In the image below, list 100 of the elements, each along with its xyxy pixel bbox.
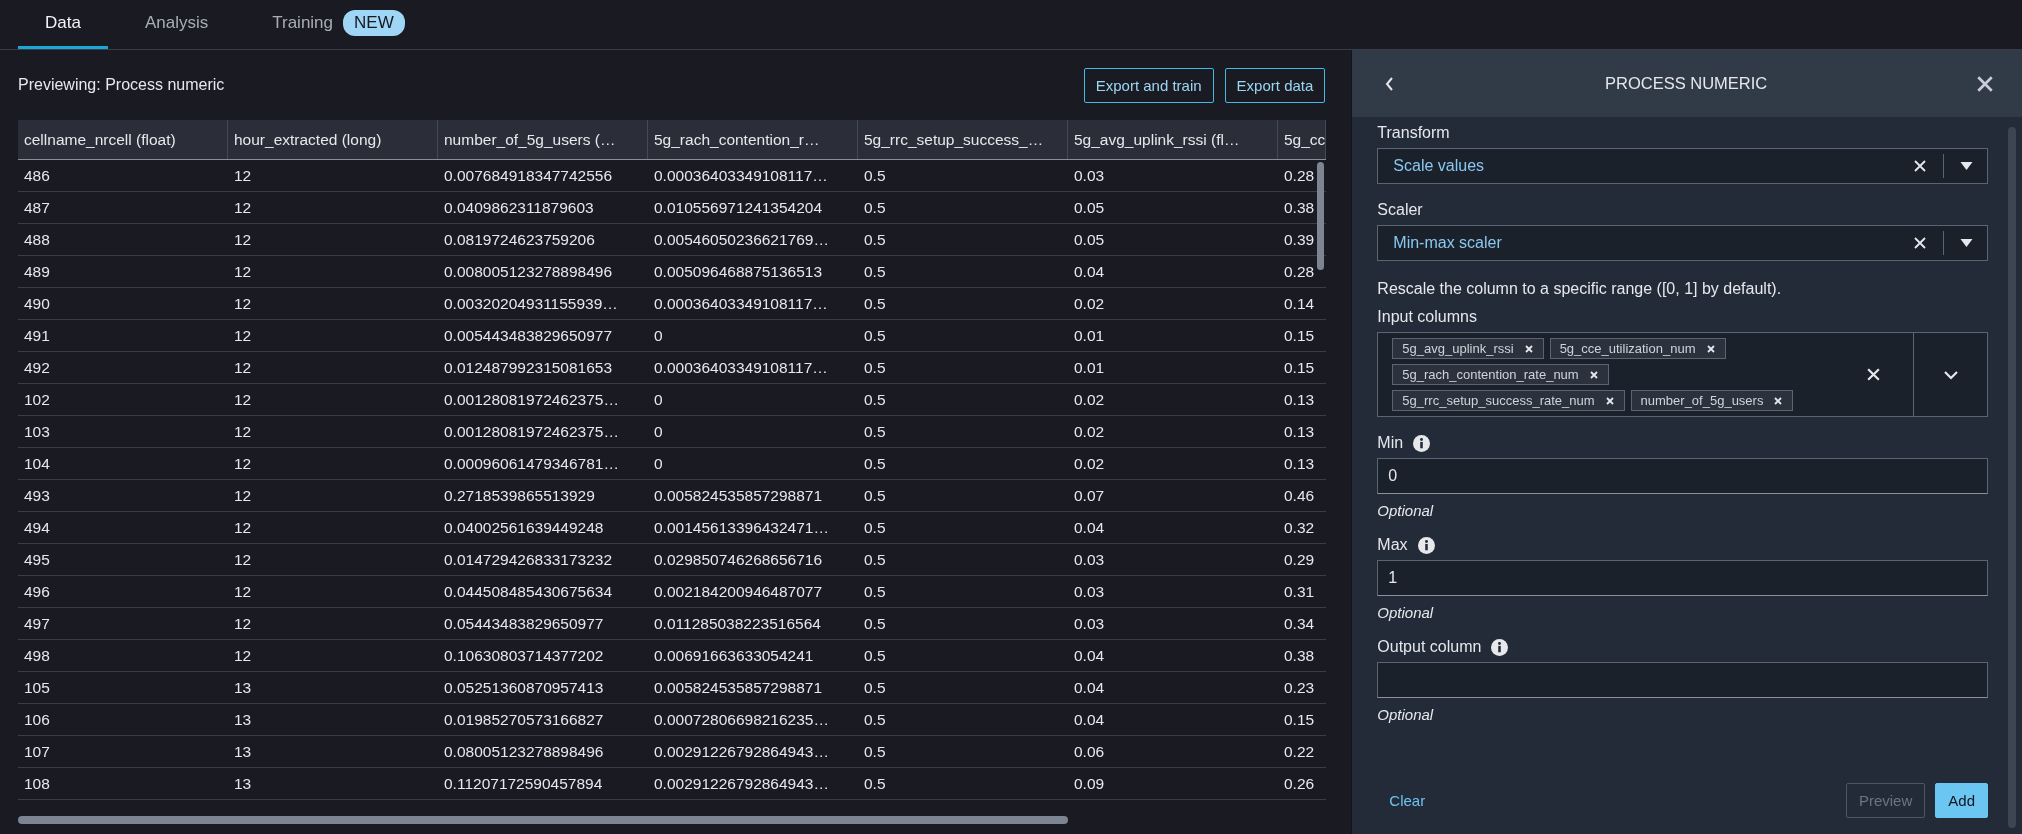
- table-cell-text: 0.005443483829650977: [443, 326, 614, 346]
- table-cell-text: 0: [653, 454, 664, 474]
- table-cell-text: 0: [653, 326, 664, 346]
- table-cell-text: 0.5: [863, 198, 887, 218]
- table-cell-text: 12: [233, 166, 253, 186]
- export-button[interactable]: Export data: [1224, 67, 1326, 103]
- table-cell-text: 497: [23, 614, 51, 634]
- vertical-scrollbar[interactable]: [1317, 162, 1324, 270]
- panel-scrollbar[interactable]: [2008, 127, 2016, 828]
- table-cell-text: 107: [23, 742, 51, 762]
- table-cell-text: 0.00691663633054241: [653, 646, 815, 666]
- column-header[interactable]: cellname_nrcell (float): [18, 120, 228, 159]
- table-cell-text: 0: [653, 422, 664, 442]
- clear-icon[interactable]: [1913, 236, 1927, 250]
- table-cell-text: 12: [233, 422, 253, 442]
- caret-icon[interactable]: [1960, 161, 1973, 171]
- tab[interactable]: Data: [18, 0, 108, 49]
- table-cell-text: 0.00072806698216235…: [653, 710, 830, 730]
- info-icon[interactable]: [1413, 434, 1431, 452]
- info-icon[interactable]: [1417, 536, 1435, 554]
- table-cell-text: 0.22: [1283, 742, 1316, 762]
- table-cell-text: 0.010556971241354204: [653, 198, 824, 218]
- input-field[interactable]: 0: [1377, 458, 1988, 494]
- hint-text: Optional: [1377, 502, 1435, 519]
- clear-icon[interactable]: [1913, 159, 1927, 173]
- table-cell-text: 0.02: [1073, 390, 1106, 410]
- add-button[interactable]: Add: [1935, 783, 1988, 818]
- column-header[interactable]: number_of_5g_users (…: [438, 120, 648, 159]
- table-cell-text: 0.28: [1283, 166, 1316, 186]
- multiselect-field[interactable]: 5g_avg_uplink_rssi 5g_cce_utilization_num 5g_rach_contention_rate_num 5g_rrc_setup_success_rate_num number_of_5g_users: [1377, 332, 1988, 417]
- table-cell-text: 0.00036403349108117…: [653, 166, 829, 186]
- horizontal-scrollbar[interactable]: [18, 816, 1068, 824]
- table-cell-text: 0.15: [1283, 326, 1316, 346]
- remove-icon[interactable]: [1588, 369, 1599, 380]
- table-cell-text: 0.01: [1073, 358, 1106, 378]
- select-field[interactable]: Scale values: [1377, 148, 1988, 184]
- select-field[interactable]: Min-max scaler: [1377, 225, 1988, 261]
- remove-icon[interactable]: [1604, 395, 1615, 406]
- table-cell-text: 0.5: [863, 774, 887, 794]
- table-cell-text: 0.15: [1283, 710, 1316, 730]
- table-cell-text: 0.0819724623759206: [443, 230, 596, 250]
- hint-text: Optional: [1377, 706, 1435, 723]
- table-cell-text: 0.5: [863, 262, 887, 282]
- hint-text: Optional: [1377, 604, 1435, 621]
- close-icon[interactable]: [1976, 74, 1994, 93]
- remove-icon[interactable]: [1773, 395, 1784, 406]
- table-cell-text: 0.5: [863, 358, 887, 378]
- column-token[interactable]: 5g_rrc_setup_success_rate_num: [1392, 390, 1625, 411]
- input-field[interactable]: [1377, 662, 1988, 698]
- export-button[interactable]: Export and train: [1083, 67, 1214, 103]
- table-cell-text: 12: [233, 262, 253, 282]
- table-cell-text: 0.5: [863, 326, 887, 346]
- table-cell-text: 0.04: [1073, 678, 1106, 698]
- table-cell-text: 0.5: [863, 166, 887, 186]
- column-token[interactable]: 5g_rach_contention_rate_num: [1392, 364, 1609, 385]
- remove-icon[interactable]: [1523, 343, 1534, 354]
- table-cell-text: 0.46: [1283, 486, 1316, 506]
- table-cell-text: 0.02: [1073, 294, 1106, 314]
- column-header[interactable]: 5g_avg_uplink_rssi (fl…: [1068, 120, 1278, 159]
- column-token[interactable]: 5g_cce_utilization_num: [1549, 338, 1726, 359]
- table-cell-text: 490: [23, 294, 51, 314]
- table-cell-text: 102: [23, 390, 51, 410]
- tab[interactable]: Training NEW: [245, 0, 432, 49]
- table-cell-text: 492: [23, 358, 51, 378]
- table-cell-text: 0.00291226792864943…: [653, 774, 830, 794]
- table-cell-text: 0.002184200946487077: [653, 582, 824, 602]
- table-cell-text: 0.04: [1073, 262, 1106, 282]
- table-cell-text: 0.5: [863, 646, 887, 666]
- table-cell-text: 0.38: [1283, 198, 1316, 218]
- table-cell-text: 0.06: [1073, 742, 1106, 762]
- table-cell-text: 0.5: [863, 710, 887, 730]
- column-header[interactable]: 5g_rach_contention_r…: [648, 120, 858, 159]
- column-header[interactable]: 5g_cc: [1278, 120, 1326, 159]
- table-cell-text: 0.15: [1283, 358, 1316, 378]
- table-cell-text: 0.5: [863, 518, 887, 538]
- table-cell-text: 0.31: [1283, 582, 1316, 602]
- table-cell-text: 0.044508485430675634: [443, 582, 614, 602]
- table-cell-text: 104: [23, 454, 51, 474]
- chevron-icon[interactable]: [1942, 369, 1959, 380]
- table-cell-text: 0.0409862311879603: [443, 198, 595, 218]
- table-cell-text: 0.029850746268656716: [653, 550, 824, 570]
- clear-icon[interactable]: [1866, 367, 1881, 382]
- column-header[interactable]: 5g_rrc_setup_success_…: [858, 120, 1068, 159]
- table-cell-text: 0.5: [863, 422, 887, 442]
- column-token[interactable]: 5g_avg_uplink_rssi: [1392, 338, 1544, 359]
- column-token[interactable]: number_of_5g_users: [1630, 390, 1794, 411]
- remove-icon[interactable]: [1705, 343, 1716, 354]
- column-header[interactable]: hour_extracted (long): [228, 120, 438, 159]
- table-cell-text: 0.5: [863, 294, 887, 314]
- table-cell-text: 0.13: [1283, 454, 1316, 474]
- input-field[interactable]: 1: [1377, 560, 1988, 596]
- caret-icon[interactable]: [1960, 238, 1973, 248]
- tab[interactable]: Analysis: [117, 0, 236, 49]
- table-cell-text: 0.5: [863, 390, 887, 410]
- info-icon[interactable]: [1491, 638, 1509, 656]
- table-cell-text: 491: [23, 326, 51, 346]
- clear-button[interactable]: Clear: [1377, 784, 1438, 817]
- table-cell-text: 108: [23, 774, 51, 794]
- table-cell-text: 13: [233, 678, 253, 698]
- table-cell-text: 0.005824535857298871: [653, 486, 824, 506]
